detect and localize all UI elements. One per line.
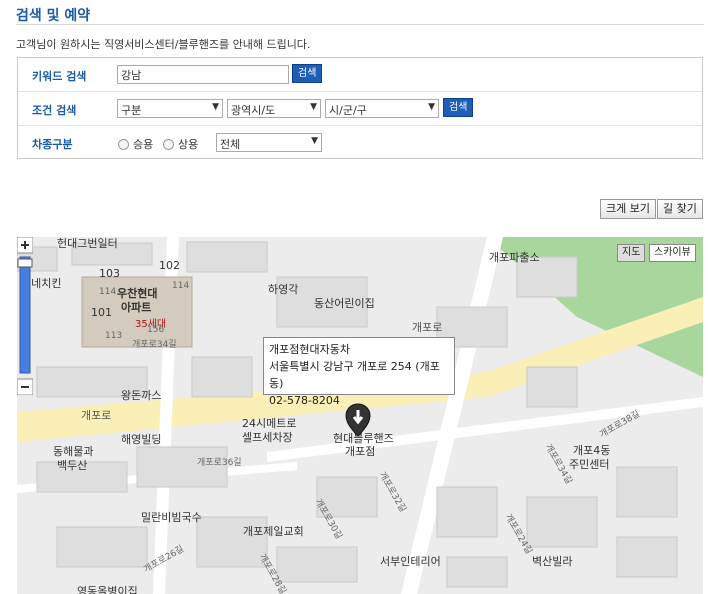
keyword-input[interactable] (117, 65, 289, 84)
map-label: 셀프세차장 (242, 431, 293, 444)
skyview-toggle[interactable]: 스카이뷰 (649, 244, 696, 262)
radio-passenger-label: 승용 (133, 138, 154, 151)
chevron-down-icon: ▼ (311, 136, 318, 146)
city-select-value: 시/군/구 (329, 104, 367, 117)
keyword-search-button[interactable]: 검색 (292, 64, 323, 83)
map-label: 영동올병이집 (77, 585, 138, 594)
title-divider (16, 24, 704, 25)
map-label: 114 (99, 287, 117, 297)
vehicle-type-select[interactable]: 전체 ▼ (216, 133, 322, 152)
city-select[interactable]: 시/군/구 ▼ (325, 99, 439, 118)
map-label: 156 (147, 325, 165, 335)
province-select-value: 광역시/도 (231, 104, 276, 117)
page: 검색 및 예약 고객님이 원하시는 직영서비스센터/블루핸즈를 안내해 드립니다… (0, 0, 720, 594)
map-label: 개포로36길 (197, 458, 242, 468)
condition-row: 조건 검색 구분 ▼ 광역시/도 ▼ 시/군/구 ▼ 검색 (18, 92, 702, 126)
map-label: 서부인테리어 (380, 555, 441, 568)
page-title: 검색 및 예약 (16, 8, 91, 24)
map-label: 114 (172, 281, 190, 291)
category-select[interactable]: 구분 ▼ (117, 99, 223, 118)
map-label: 왕돈까스 (121, 389, 162, 402)
radio-commercial[interactable]: 상용 (163, 136, 198, 152)
map-label: 백두산 (57, 459, 88, 472)
map-label: 103 (99, 267, 120, 280)
map-label: 아파트 (121, 301, 152, 314)
popup-phone: 02-578-8204 (269, 394, 340, 407)
vehicle-row: 차종구분 승용 상용 전체 ▼ (18, 126, 702, 160)
map-view-toggle[interactable]: 지도 (617, 244, 646, 262)
intro-text: 고객님이 원하시는 직영서비스센터/블루핸즈를 안내해 드립니다. (16, 38, 311, 51)
condition-label: 조건 검색 (32, 104, 77, 117)
map-label: 벽산빌라 (532, 555, 573, 568)
map-label: 헌대그번일터 (57, 237, 118, 250)
vehicle-type-value: 전체 (220, 138, 241, 151)
search-form: 키워드 검색 검색 조건 검색 구분 ▼ 광역시/도 ▼ 시/군/구 ▼ 검색 차종구… (17, 57, 703, 159)
map-label: 주민센터 (569, 458, 610, 471)
map-label: 개포로 (412, 321, 443, 334)
enlarge-map-button[interactable]: 크게 보기 (600, 199, 656, 219)
radio-circle-icon (118, 138, 129, 150)
directions-button[interactable]: 길 찾기 (657, 199, 703, 219)
map-label: 동산어린이집 (314, 297, 375, 310)
keyword-label: 키워드 검색 (32, 70, 87, 83)
radio-commercial-label: 상용 (178, 138, 199, 151)
map-label: 개포로 (81, 409, 112, 422)
map-label: 113 (105, 331, 123, 341)
map-label: 개포제일교회 (243, 525, 304, 538)
map-label: 개포파출소 (489, 251, 540, 264)
popup-address: 서울특별시 강남구 개포로 254 (개포동) (269, 360, 440, 390)
map-label: 102 (159, 259, 180, 272)
zoom-control[interactable] (17, 237, 33, 395)
vehicle-label: 차종구분 (32, 138, 73, 151)
map-label: 하영각 (268, 283, 299, 296)
province-select[interactable]: 광역시/도 ▼ (227, 99, 321, 118)
map-label: 밀란비빔국수 (141, 511, 202, 524)
map-label: 개포로34길 (132, 340, 177, 350)
category-select-value: 구분 (121, 104, 142, 117)
chevron-down-icon: ▼ (428, 102, 435, 112)
chevron-down-icon: ▼ (212, 102, 219, 112)
condition-search-button[interactable]: 검색 (443, 98, 474, 117)
radio-passenger[interactable]: 승용 (118, 136, 153, 152)
map-label: 개포점 (345, 445, 376, 458)
map-label: 101 (91, 306, 112, 319)
popup-name: 개포점현대자동차 (269, 343, 350, 356)
keyword-row: 키워드 검색 검색 (18, 58, 702, 92)
radio-circle-icon (163, 138, 174, 150)
chevron-down-icon: ▼ (310, 102, 317, 112)
location-popup: 개포점현대자동차 서울특별시 강남구 개포로 254 (개포동) 02-578-… (263, 337, 455, 407)
map-view[interactable]: 헌대그번일터 개포파출소 네네치킨 103 102 114 114 우찬현대 아… (17, 237, 703, 594)
map-label: 해영빌딩 (121, 433, 162, 446)
